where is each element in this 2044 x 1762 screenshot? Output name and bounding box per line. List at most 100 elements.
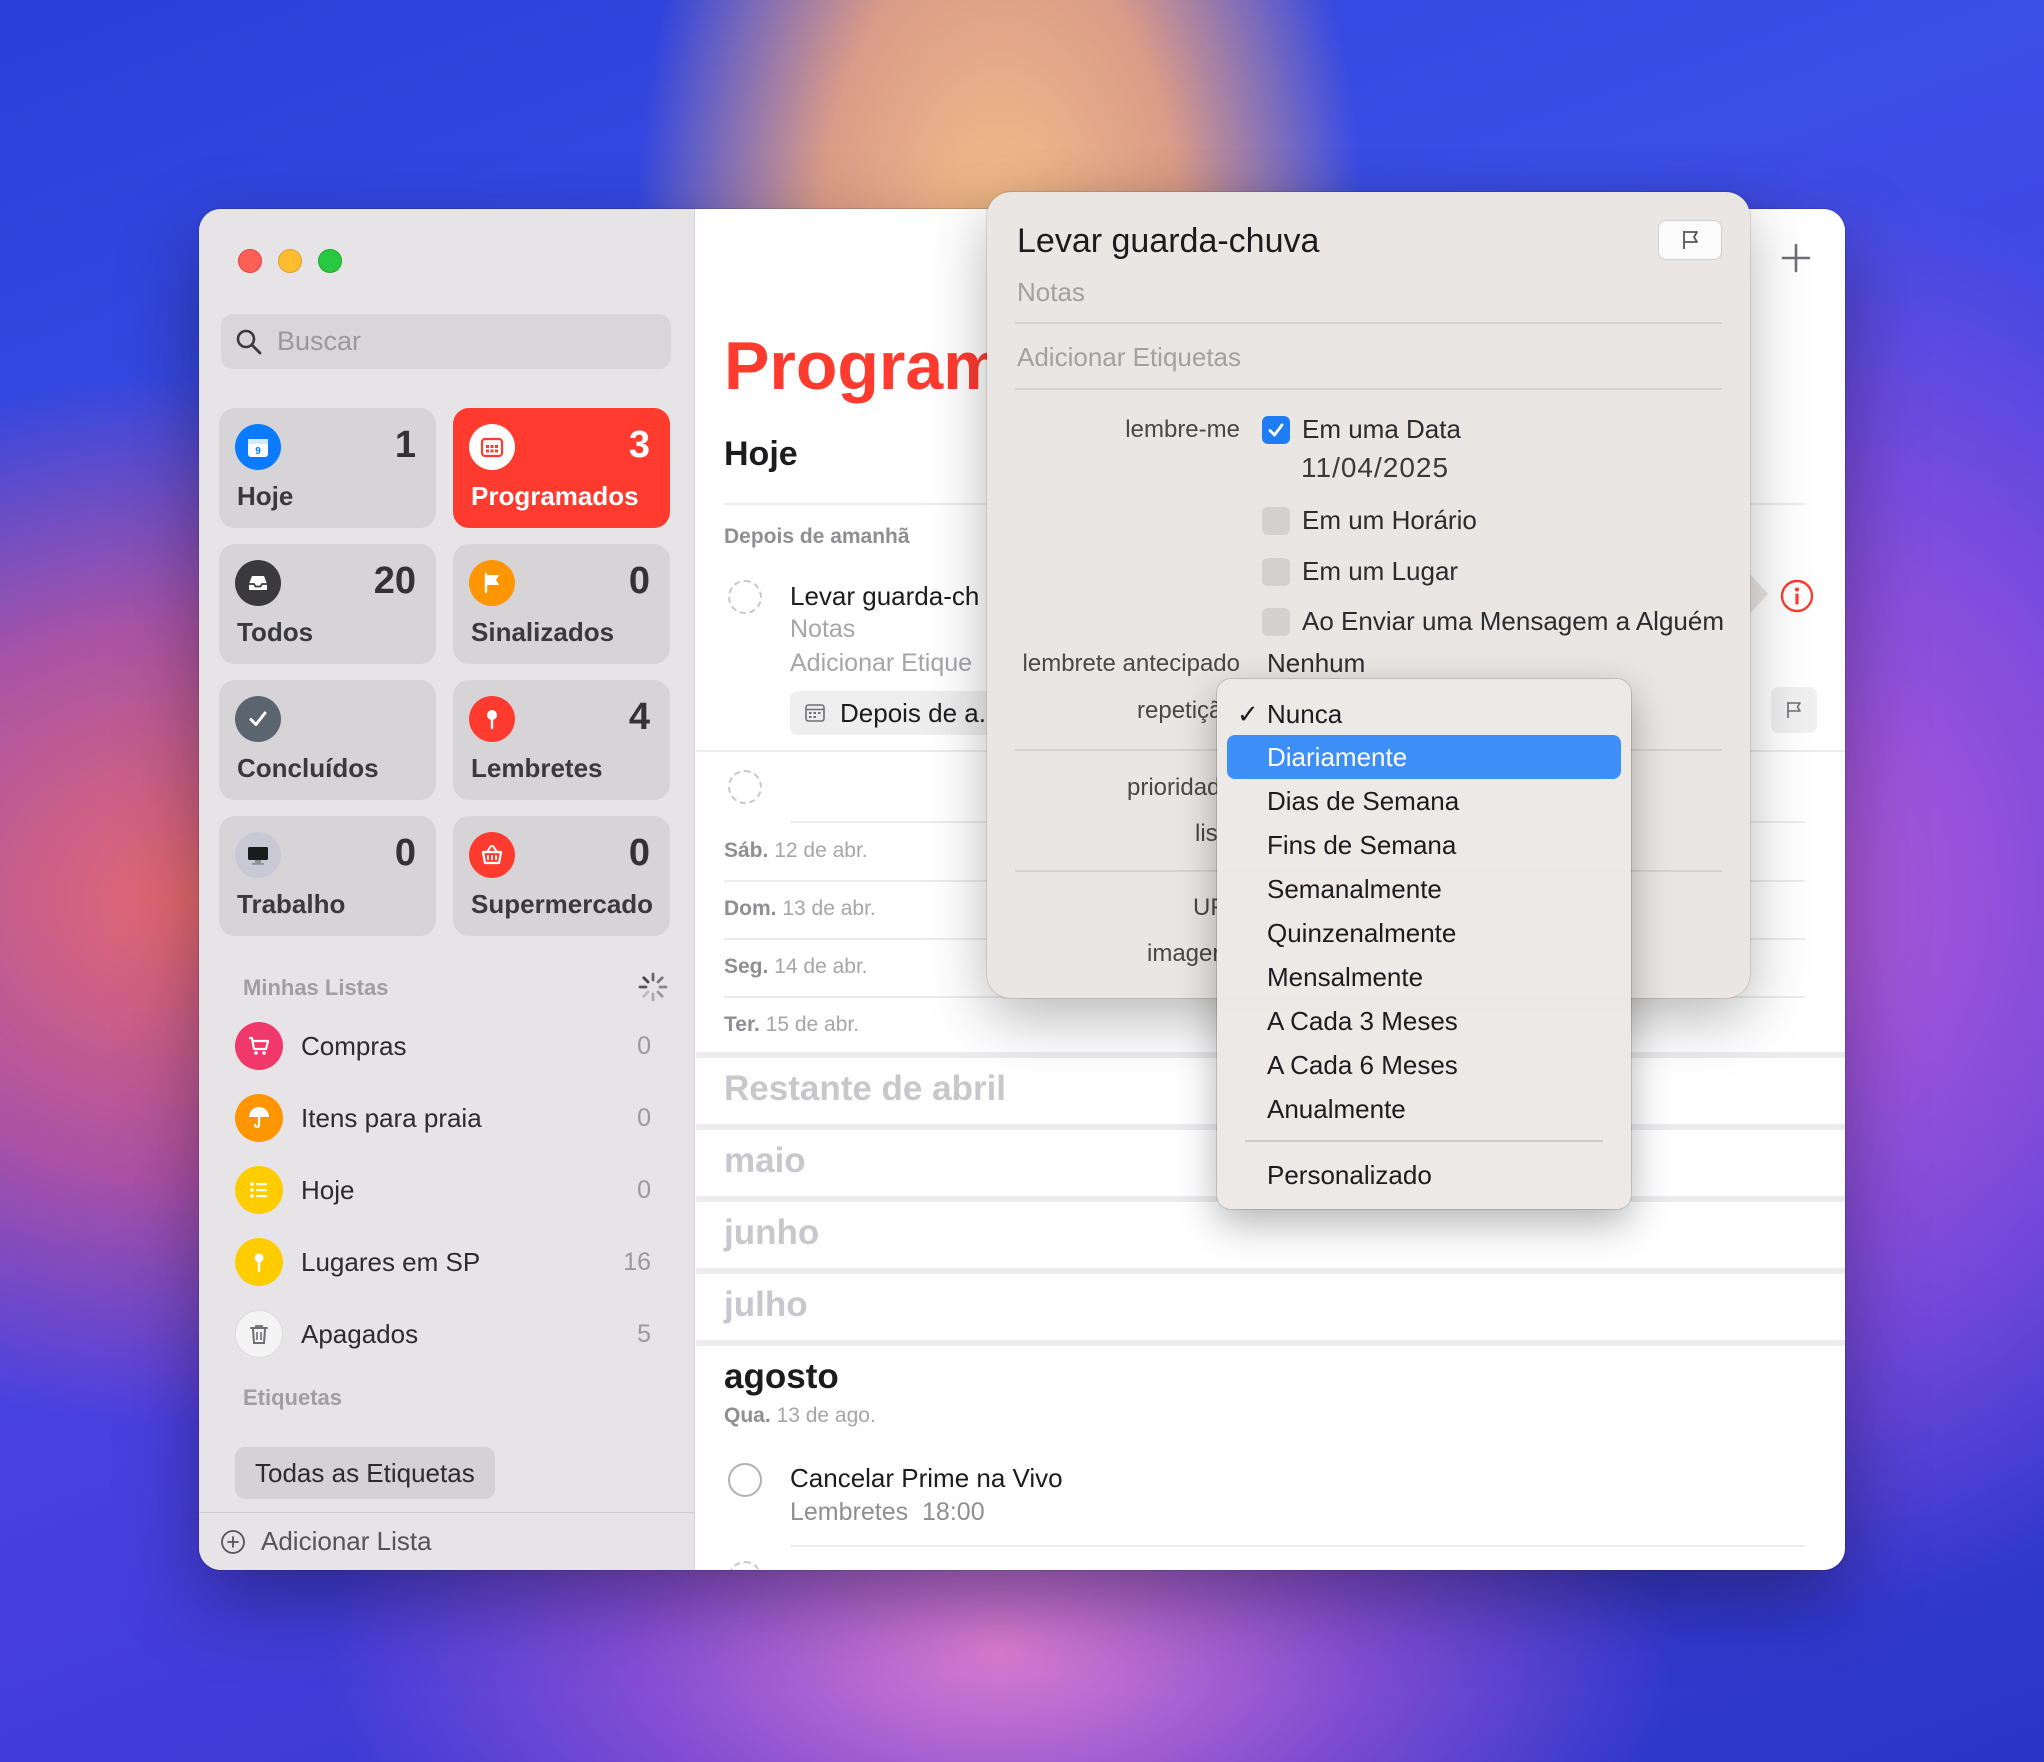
menu-item-custom[interactable]: Personalizado bbox=[1227, 1153, 1621, 1197]
on-date-checkbox[interactable]: Em uma Data bbox=[1262, 414, 1461, 445]
tags-field[interactable]: Adicionar Etiquetas bbox=[1017, 342, 1241, 373]
weekday: Seg. bbox=[724, 955, 769, 978]
tile-label: Concluídos bbox=[237, 753, 379, 783]
menu-item-yearly[interactable]: Anualmente bbox=[1227, 1087, 1621, 1131]
at-location-label: Em um Lugar bbox=[1302, 556, 1459, 586]
month-header: junho bbox=[724, 1213, 820, 1252]
calendar-grid-icon bbox=[469, 424, 515, 470]
reminder-notes[interactable]: Notas bbox=[790, 615, 855, 644]
menu-item-label: Diariamente bbox=[1267, 741, 1408, 772]
add-reminder-icon[interactable] bbox=[1777, 239, 1815, 277]
list-name: Lugares em SP bbox=[301, 1246, 481, 1277]
weekday: Dom. bbox=[724, 897, 777, 920]
my-lists-header: Minhas Listas bbox=[243, 975, 389, 1000]
tile-reminders[interactable]: 4 Lembretes bbox=[453, 680, 670, 800]
when-messaging-checkbox[interactable]: Ao Enviar uma Mensagem a Alguém bbox=[1262, 606, 1724, 637]
page-title: Program bbox=[724, 328, 1004, 404]
reminder-title[interactable]: Cancelar Prime na Vivo bbox=[790, 1463, 1063, 1494]
reminder-list: Lembretes bbox=[790, 1498, 909, 1526]
menu-item-label: Semanalmente bbox=[1267, 873, 1442, 904]
day-row: Sáb. 12 de abr. bbox=[724, 839, 868, 863]
menu-item-daily[interactable]: Diariamente bbox=[1227, 735, 1621, 779]
zoom-button[interactable] bbox=[318, 249, 342, 273]
reminder-title[interactable]: Levar guarda-ch bbox=[790, 581, 979, 612]
tile-count: 0 bbox=[394, 832, 416, 874]
list-count: 0 bbox=[637, 1031, 651, 1060]
list-count: 0 bbox=[637, 1175, 651, 1204]
loading-spinner-icon bbox=[638, 972, 668, 1002]
popover-title[interactable]: Levar guarda-chuva bbox=[1017, 222, 1319, 261]
list-item-lugares-em-sp[interactable]: Lugares em SP 16 bbox=[235, 1234, 665, 1290]
day-row: Seg. 14 de abr. bbox=[724, 955, 868, 979]
minimize-button[interactable] bbox=[278, 249, 302, 273]
list-icon bbox=[235, 1166, 283, 1214]
list-name: Hoje bbox=[301, 1174, 355, 1205]
date-chip[interactable]: Depois de a... bbox=[790, 691, 1020, 735]
day-row: Qua. 13 de ago. bbox=[724, 1404, 876, 1428]
search-icon bbox=[236, 329, 262, 354]
reminder-meta: Lembretes 18:00 bbox=[790, 1498, 985, 1527]
list-name: Apagados bbox=[301, 1318, 419, 1349]
menu-item-every-3-months[interactable]: A Cada 3 Meses bbox=[1227, 999, 1621, 1043]
tile-label: Todos bbox=[237, 617, 314, 647]
reminder-checkbox[interactable] bbox=[728, 580, 762, 614]
list-item-hoje[interactable]: Hoje 0 bbox=[235, 1162, 665, 1218]
list-item-apagados[interactable]: Apagados 5 bbox=[235, 1306, 665, 1362]
tags-header: Etiquetas bbox=[243, 1385, 343, 1410]
reminder-flag-button[interactable] bbox=[1771, 687, 1817, 733]
list-name: Itens para praia bbox=[301, 1102, 482, 1133]
search-input[interactable]: Buscar bbox=[221, 314, 671, 369]
calendar-today-icon: 9 bbox=[235, 424, 281, 470]
tile-label: Sinalizados bbox=[471, 617, 615, 647]
menu-item-label: A Cada 6 Meses bbox=[1267, 1049, 1458, 1080]
tile-supermarket[interactable]: 0 Supermercado bbox=[453, 816, 670, 936]
flag-icon bbox=[469, 560, 515, 606]
add-list-button[interactable]: Adicionar Lista bbox=[199, 1512, 694, 1570]
list-item-itens-para-praia[interactable]: Itens para praia 0 bbox=[235, 1090, 665, 1146]
divider bbox=[790, 1545, 1805, 1547]
new-reminder-checkbox[interactable] bbox=[728, 770, 762, 804]
at-time-checkbox[interactable]: Em um Horário bbox=[1262, 505, 1477, 536]
tile-all[interactable]: 20 Todos bbox=[219, 544, 436, 664]
remind-me-label: lembre-me bbox=[1125, 416, 1240, 443]
tile-work[interactable]: 0 Trabalho bbox=[219, 816, 436, 936]
list-count: 5 bbox=[637, 1319, 651, 1348]
menu-item-weekdays[interactable]: Dias de Semana bbox=[1227, 779, 1621, 823]
menu-item-every-6-months[interactable]: A Cada 6 Meses bbox=[1227, 1043, 1621, 1087]
all-tags-button[interactable]: Todas as Etiquetas bbox=[235, 1447, 495, 1499]
list-item-compras[interactable]: Compras 0 bbox=[235, 1018, 665, 1074]
tile-scheduled[interactable]: 3 Programados bbox=[453, 408, 670, 528]
popover-arrow bbox=[1748, 572, 1768, 616]
reminder-checkbox[interactable] bbox=[728, 1463, 762, 1497]
priority-label: prioridad bbox=[1127, 774, 1221, 801]
menu-item-never[interactable]: ✓ Nunca bbox=[1227, 692, 1621, 736]
menu-item-weekly[interactable]: Semanalmente bbox=[1227, 867, 1621, 911]
section-today: Hoje bbox=[724, 435, 798, 473]
menu-item-label: Personalizado bbox=[1267, 1159, 1432, 1190]
month-header: Restante de abril bbox=[724, 1069, 1007, 1108]
basket-icon bbox=[469, 832, 515, 878]
plus-circle-icon bbox=[221, 1529, 245, 1554]
notes-field[interactable]: Notas bbox=[1017, 277, 1085, 308]
menu-item-weekends[interactable]: Fins de Semana bbox=[1227, 823, 1621, 867]
sidebar: Buscar 9 1 Hoje 3 Programados 20 Todos 0… bbox=[199, 209, 695, 1570]
tile-today[interactable]: 9 1 Hoje bbox=[219, 408, 436, 528]
day-date: 14 de abr. bbox=[774, 955, 868, 978]
at-location-checkbox[interactable]: Em um Lugar bbox=[1262, 556, 1458, 587]
menu-item-label: Fins de Semana bbox=[1267, 829, 1457, 860]
date-value[interactable]: 11/04/2025 bbox=[1301, 452, 1449, 484]
menu-item-monthly[interactable]: Mensalmente bbox=[1227, 955, 1621, 999]
menu-item-biweekly[interactable]: Quinzenalmente bbox=[1227, 911, 1621, 955]
tile-completed[interactable]: Concluídos bbox=[219, 680, 436, 800]
day-date: 12 de abr. bbox=[774, 839, 868, 862]
tile-label: Supermercado bbox=[471, 889, 654, 919]
close-button[interactable] bbox=[238, 249, 262, 273]
flag-button[interactable] bbox=[1658, 220, 1722, 260]
info-icon[interactable] bbox=[1779, 578, 1815, 614]
tile-flagged[interactable]: 0 Sinalizados bbox=[453, 544, 670, 664]
early-reminder-value[interactable]: Nenhum bbox=[1267, 648, 1365, 679]
repeat-label: repetiçã bbox=[1137, 697, 1223, 724]
new-reminder-checkbox[interactable] bbox=[728, 1561, 762, 1570]
reminder-tags[interactable]: Adicionar Etique bbox=[790, 649, 972, 678]
repeat-dropdown-menu: ✓ Nunca Diariamente Dias de Semana Fins d… bbox=[1217, 679, 1631, 1209]
